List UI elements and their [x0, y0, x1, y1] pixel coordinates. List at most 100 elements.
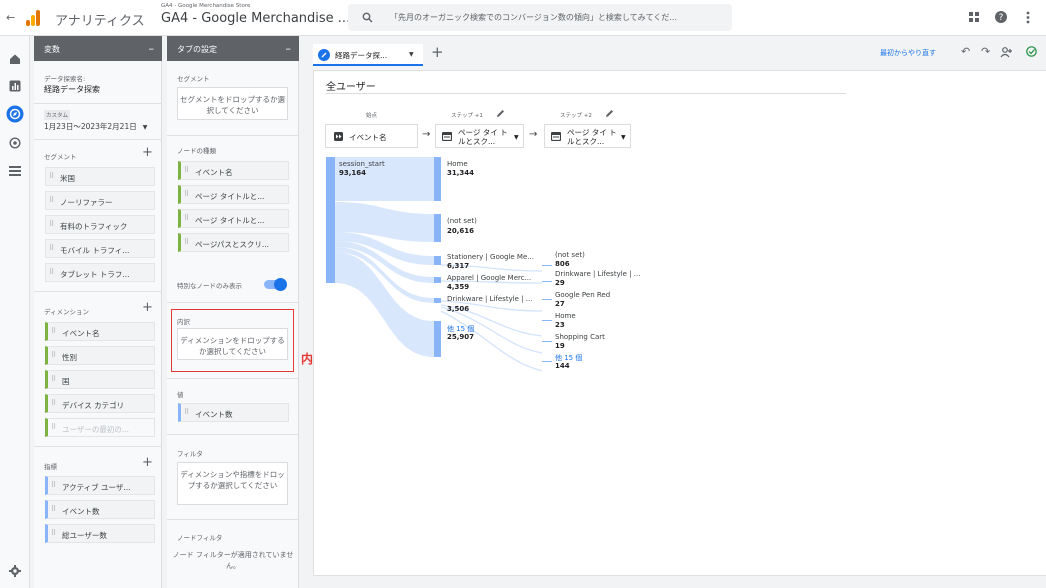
- dimension-chip[interactable]: ⠿ イベント名: [45, 322, 155, 341]
- exploration-name-value[interactable]: 経路データ探索: [44, 84, 100, 95]
- step1-node-value: 20,616: [447, 227, 475, 235]
- node-type-chip[interactable]: ⠿ ページ タイトルと...: [178, 185, 289, 204]
- breakdown-drop-zone[interactable]: ディメンションをドロップするか選択してください: [177, 328, 288, 360]
- reports-icon[interactable]: [9, 80, 21, 92]
- segment-chip[interactable]: ⠿ 有料のトラフィック: [45, 215, 155, 234]
- dimension-chip[interactable]: ⠿ 国: [45, 370, 155, 389]
- drag-handle-icon: ⠿: [184, 214, 190, 222]
- undo-icon[interactable]: ↶: [961, 45, 970, 58]
- step2-node-bar[interactable]: [542, 320, 552, 321]
- start-node-label: session_start: [339, 160, 385, 168]
- home-icon[interactable]: [9, 53, 21, 65]
- more-vert-icon[interactable]: [1026, 11, 1030, 24]
- collapse-settings-icon[interactable]: –: [286, 42, 292, 55]
- start-node-bar[interactable]: [326, 157, 335, 283]
- step2-node-label: Shopping Cart: [555, 333, 605, 341]
- metric-chip[interactable]: ⠿ 総ユーザー数: [45, 524, 155, 543]
- dimension-label: ユーザーの最初の...: [62, 425, 130, 434]
- step1-node-bar[interactable]: [434, 321, 441, 357]
- node-type-chip[interactable]: ⠿ ページパスとスクリ...: [178, 233, 289, 252]
- drag-handle-icon: ⠿: [51, 375, 57, 383]
- settings-gear-icon[interactable]: [9, 565, 21, 577]
- back-arrow-icon[interactable]: ←: [6, 11, 15, 24]
- dimension-label: イベント名: [62, 329, 100, 338]
- step2-node-label: Drinkware | Lifestyle | ...: [555, 270, 641, 278]
- step1-node-value: 25,907: [447, 333, 475, 341]
- redo-icon[interactable]: ↷: [981, 45, 990, 58]
- step1-node-bar[interactable]: [434, 214, 441, 242]
- segment-drop-zone[interactable]: セグメントをドロップするか選択してください: [177, 87, 288, 120]
- step1-node-value: 4,359: [447, 283, 470, 291]
- step2-node-bar[interactable]: [542, 265, 552, 266]
- segment-chip[interactable]: ⠿ モバイル トラフィ...: [45, 239, 155, 258]
- svg-text:?: ?: [999, 13, 1004, 23]
- share-user-icon[interactable]: [1000, 47, 1013, 58]
- date-dropdown-icon: ▼: [142, 124, 148, 131]
- step1-node-label: (not set): [447, 217, 477, 225]
- reset-button[interactable]: 最初からやり直す: [880, 48, 936, 58]
- add-segment-plus-icon[interactable]: +: [142, 145, 153, 160]
- metrics-title: 指標: [44, 463, 57, 471]
- tab-path-exploration[interactable]: 経路データ探... ▼: [313, 44, 423, 66]
- divider: [167, 302, 299, 303]
- segment-label: ノーリファラー: [60, 198, 113, 207]
- date-range[interactable]: 1月23日〜2023年2月21日 ▼: [44, 121, 147, 132]
- collapse-variables-icon[interactable]: –: [149, 42, 155, 55]
- step1-node-bar[interactable]: [434, 256, 441, 265]
- step2-node-bar[interactable]: [542, 361, 552, 362]
- add-tab-plus-icon[interactable]: +: [431, 43, 444, 61]
- step1-node-value: 6,317: [447, 262, 470, 270]
- drag-handle-icon: ⠿: [184, 408, 190, 416]
- drag-handle-icon: ⠿: [51, 481, 57, 489]
- segment-chip[interactable]: ⠿ タブレット トラフ...: [45, 263, 155, 282]
- custom-date-badge: カスタム: [44, 110, 71, 120]
- apps-icon[interactable]: [969, 12, 980, 23]
- step1-node-bar[interactable]: [434, 277, 441, 283]
- step1-node-bar[interactable]: [434, 157, 441, 201]
- segment-label: モバイル トラフィ...: [60, 246, 130, 255]
- metric-label: 総ユーザー数: [62, 531, 107, 540]
- segment-chip[interactable]: ⠿ ノーリファラー: [45, 191, 155, 210]
- dimension-chip[interactable]: ⠿ 性別: [45, 346, 155, 365]
- node-filter-text: ノード フィルターが適用されていません。: [172, 551, 294, 570]
- configure-icon[interactable]: [9, 166, 21, 177]
- node-type-text: ページパスとスクリ...: [195, 240, 270, 249]
- segment-section-label: セグメント: [177, 75, 210, 83]
- property-selector[interactable]: GA4 - Google Merchandise Store GA4 - Goo…: [161, 3, 350, 26]
- dimension-chip[interactable]: ⠿ デバイス カテゴリ: [45, 394, 155, 413]
- node-type-chip[interactable]: ⠿ ページ タイトルと...: [178, 209, 289, 228]
- step2-node-value: 29: [555, 279, 565, 287]
- explore-icon[interactable]: [6, 105, 24, 123]
- tab-dropdown-icon[interactable]: ▼: [409, 51, 414, 58]
- drag-handle-icon: ⠿: [51, 351, 57, 359]
- help-icon[interactable]: ?: [994, 10, 1008, 24]
- search-bar[interactable]: 「先月のオーガニック検索でのコンバージョン数の傾向」と検索してみてくだ...: [348, 4, 732, 31]
- exploration-canvas: 全ユーザー 始点 ステップ +1 ステップ +2 イベント名 → ページ タイ …: [313, 70, 1046, 576]
- dimension-chip-disabled[interactable]: ⠿ ユーザーの最初の...: [45, 418, 155, 437]
- drag-handle-icon: ⠿: [51, 423, 57, 431]
- dimension-label: 国: [62, 377, 70, 386]
- tab-settings-title: タブの設定: [177, 45, 217, 54]
- step1-node-bar[interactable]: [434, 298, 441, 303]
- add-metric-plus-icon[interactable]: +: [142, 455, 153, 470]
- segment-chip[interactable]: ⠿ 米国: [45, 167, 155, 186]
- node-filter-label: ノードフィルタ: [177, 534, 223, 542]
- divider: [167, 135, 299, 136]
- flow-start-others: [335, 252, 434, 357]
- metric-label: アクティブ ユーザ...: [62, 483, 131, 492]
- step2-node-bar[interactable]: [542, 341, 552, 342]
- metric-chip[interactable]: ⠿ アクティブ ユーザ...: [45, 476, 155, 495]
- segment-label: タブレット トラフ...: [60, 270, 130, 279]
- add-dimension-plus-icon[interactable]: +: [142, 300, 153, 315]
- metric-chip[interactable]: ⠿ イベント数: [45, 500, 155, 519]
- unique-nodes-toggle[interactable]: [264, 278, 287, 291]
- step2-node-label: (not set): [555, 251, 585, 259]
- analytics-logo-icon: [26, 10, 40, 26]
- value-metric-chip[interactable]: ⠿ イベント数: [178, 403, 289, 422]
- variables-panel: 変数 – データ探索名: 経路データ探索 カスタム 1月23日〜2023年2月21…: [34, 36, 162, 588]
- filter-drop-zone[interactable]: ディメンションや指標をドロップするか選択してください: [177, 462, 288, 505]
- node-type-chip[interactable]: ⠿ イベント名: [178, 161, 289, 180]
- step2-node-bar[interactable]: [542, 299, 552, 300]
- step2-node-bar[interactable]: [542, 281, 552, 282]
- advertising-icon[interactable]: [9, 137, 21, 149]
